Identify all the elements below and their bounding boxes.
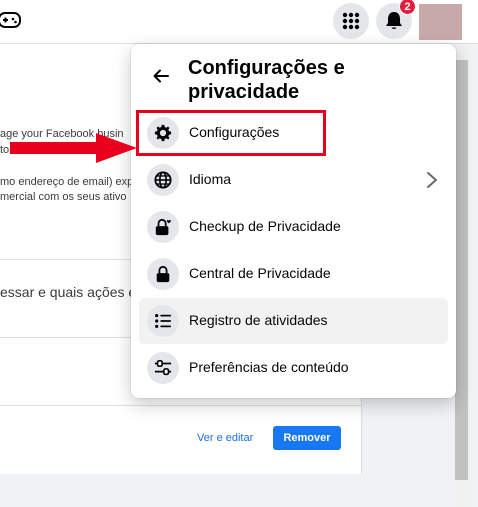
menu-item-label: Checkup de Privacidade bbox=[189, 218, 341, 234]
globe-icon bbox=[147, 164, 179, 196]
sliders-icon bbox=[147, 352, 179, 384]
list-icon bbox=[147, 305, 179, 337]
view-and-edit-link[interactable]: Ver e editar bbox=[197, 432, 253, 444]
menu-item-privacy-center[interactable]: Central de Privacidade bbox=[139, 251, 448, 297]
menu-item-label: Registro de atividades bbox=[189, 312, 328, 328]
notification-badge: 2 bbox=[399, 0, 416, 15]
gamepad-icon[interactable] bbox=[0, 10, 22, 30]
chevron-right-icon bbox=[427, 172, 437, 188]
top-navigation-bar: 2 bbox=[0, 0, 478, 44]
annotation-highlight-box bbox=[136, 110, 326, 156]
menu-item-language[interactable]: Idioma bbox=[139, 157, 448, 203]
arrow-left-icon bbox=[153, 69, 169, 83]
grid-menu-icon bbox=[342, 12, 360, 30]
lock-heart-icon bbox=[147, 211, 179, 243]
profile-avatar[interactable] bbox=[419, 4, 462, 40]
divider bbox=[0, 405, 362, 406]
lock-icon bbox=[147, 258, 179, 290]
menu-item-content-preferences[interactable]: Preferências de conteúdo bbox=[139, 345, 448, 391]
remove-button[interactable]: Remover bbox=[273, 426, 341, 450]
background-text-line: mercial com os seus ativo bbox=[0, 191, 127, 203]
settings-privacy-dropdown: Configurações e privacidade Configuraçõe… bbox=[131, 44, 456, 398]
menu-item-label: Preferências de conteúdo bbox=[189, 359, 349, 375]
background-text-line: mo endereço de email) exp bbox=[0, 176, 134, 188]
bell-icon bbox=[386, 12, 402, 29]
menu-item-label: Central de Privacidade bbox=[189, 265, 331, 281]
menu-button[interactable] bbox=[333, 3, 369, 39]
dropdown-title: Configurações e privacidade bbox=[188, 57, 345, 103]
menu-item-label: Idioma bbox=[189, 171, 232, 187]
scrollbar-thumb[interactable] bbox=[455, 60, 468, 480]
background-text-line: essar e quais ações e bbox=[0, 284, 137, 300]
menu-item-activity-log[interactable]: Registro de atividades bbox=[139, 298, 448, 344]
back-button[interactable] bbox=[149, 64, 173, 88]
annotation-arrow-icon bbox=[10, 133, 137, 163]
menu-item-privacy-checkup[interactable]: Checkup de Privacidade bbox=[139, 204, 448, 250]
